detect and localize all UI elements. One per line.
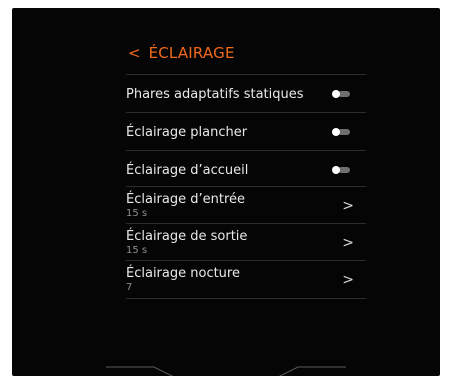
setting-row-welcome-lighting[interactable]: Éclairage d’accueil	[126, 150, 366, 187]
chevron-right-icon: >	[342, 235, 354, 251]
setting-label: Éclairage d’entrée	[126, 192, 246, 207]
setting-row-floor-lighting[interactable]: Éclairage plancher	[126, 112, 366, 150]
setting-row-entry-lighting[interactable]: Éclairage d’entrée 15 s >	[126, 186, 366, 224]
setting-row-static-adaptive-headlights[interactable]: Phares adaptatifs statiques	[126, 74, 366, 112]
bottom-bar-divider	[106, 366, 346, 376]
setting-row-night-lighting[interactable]: Éclairage nocture 7 >	[126, 260, 366, 299]
page-title: ÉCLAIRAGE	[148, 44, 235, 62]
setting-label: Phares adaptatifs statiques	[126, 87, 304, 102]
setting-label: Éclairage d’accueil	[126, 163, 249, 178]
setting-row-exit-lighting[interactable]: Éclairage de sortie 15 s >	[126, 223, 366, 261]
toggle-switch[interactable]	[332, 128, 350, 136]
setting-value: 15 s	[126, 208, 148, 219]
chevron-right-icon: >	[342, 272, 354, 288]
setting-label: Éclairage plancher	[126, 125, 248, 140]
header: < ÉCLAIRAGE	[128, 44, 235, 62]
setting-value: 7	[126, 282, 133, 293]
toggle-switch[interactable]	[332, 166, 350, 174]
setting-label: Éclairage nocture	[126, 266, 240, 281]
setting-value: 15 s	[126, 245, 148, 256]
toggle-knob	[332, 128, 340, 136]
chevron-right-icon: >	[342, 198, 354, 214]
infotainment-screen: < ÉCLAIRAGE Phares adaptatifs statiques …	[12, 8, 440, 376]
toggle-knob	[332, 90, 340, 98]
chevron-left-icon[interactable]: <	[128, 45, 141, 61]
toggle-switch[interactable]	[332, 90, 350, 98]
toggle-knob	[332, 166, 340, 174]
setting-label: Éclairage de sortie	[126, 229, 248, 244]
